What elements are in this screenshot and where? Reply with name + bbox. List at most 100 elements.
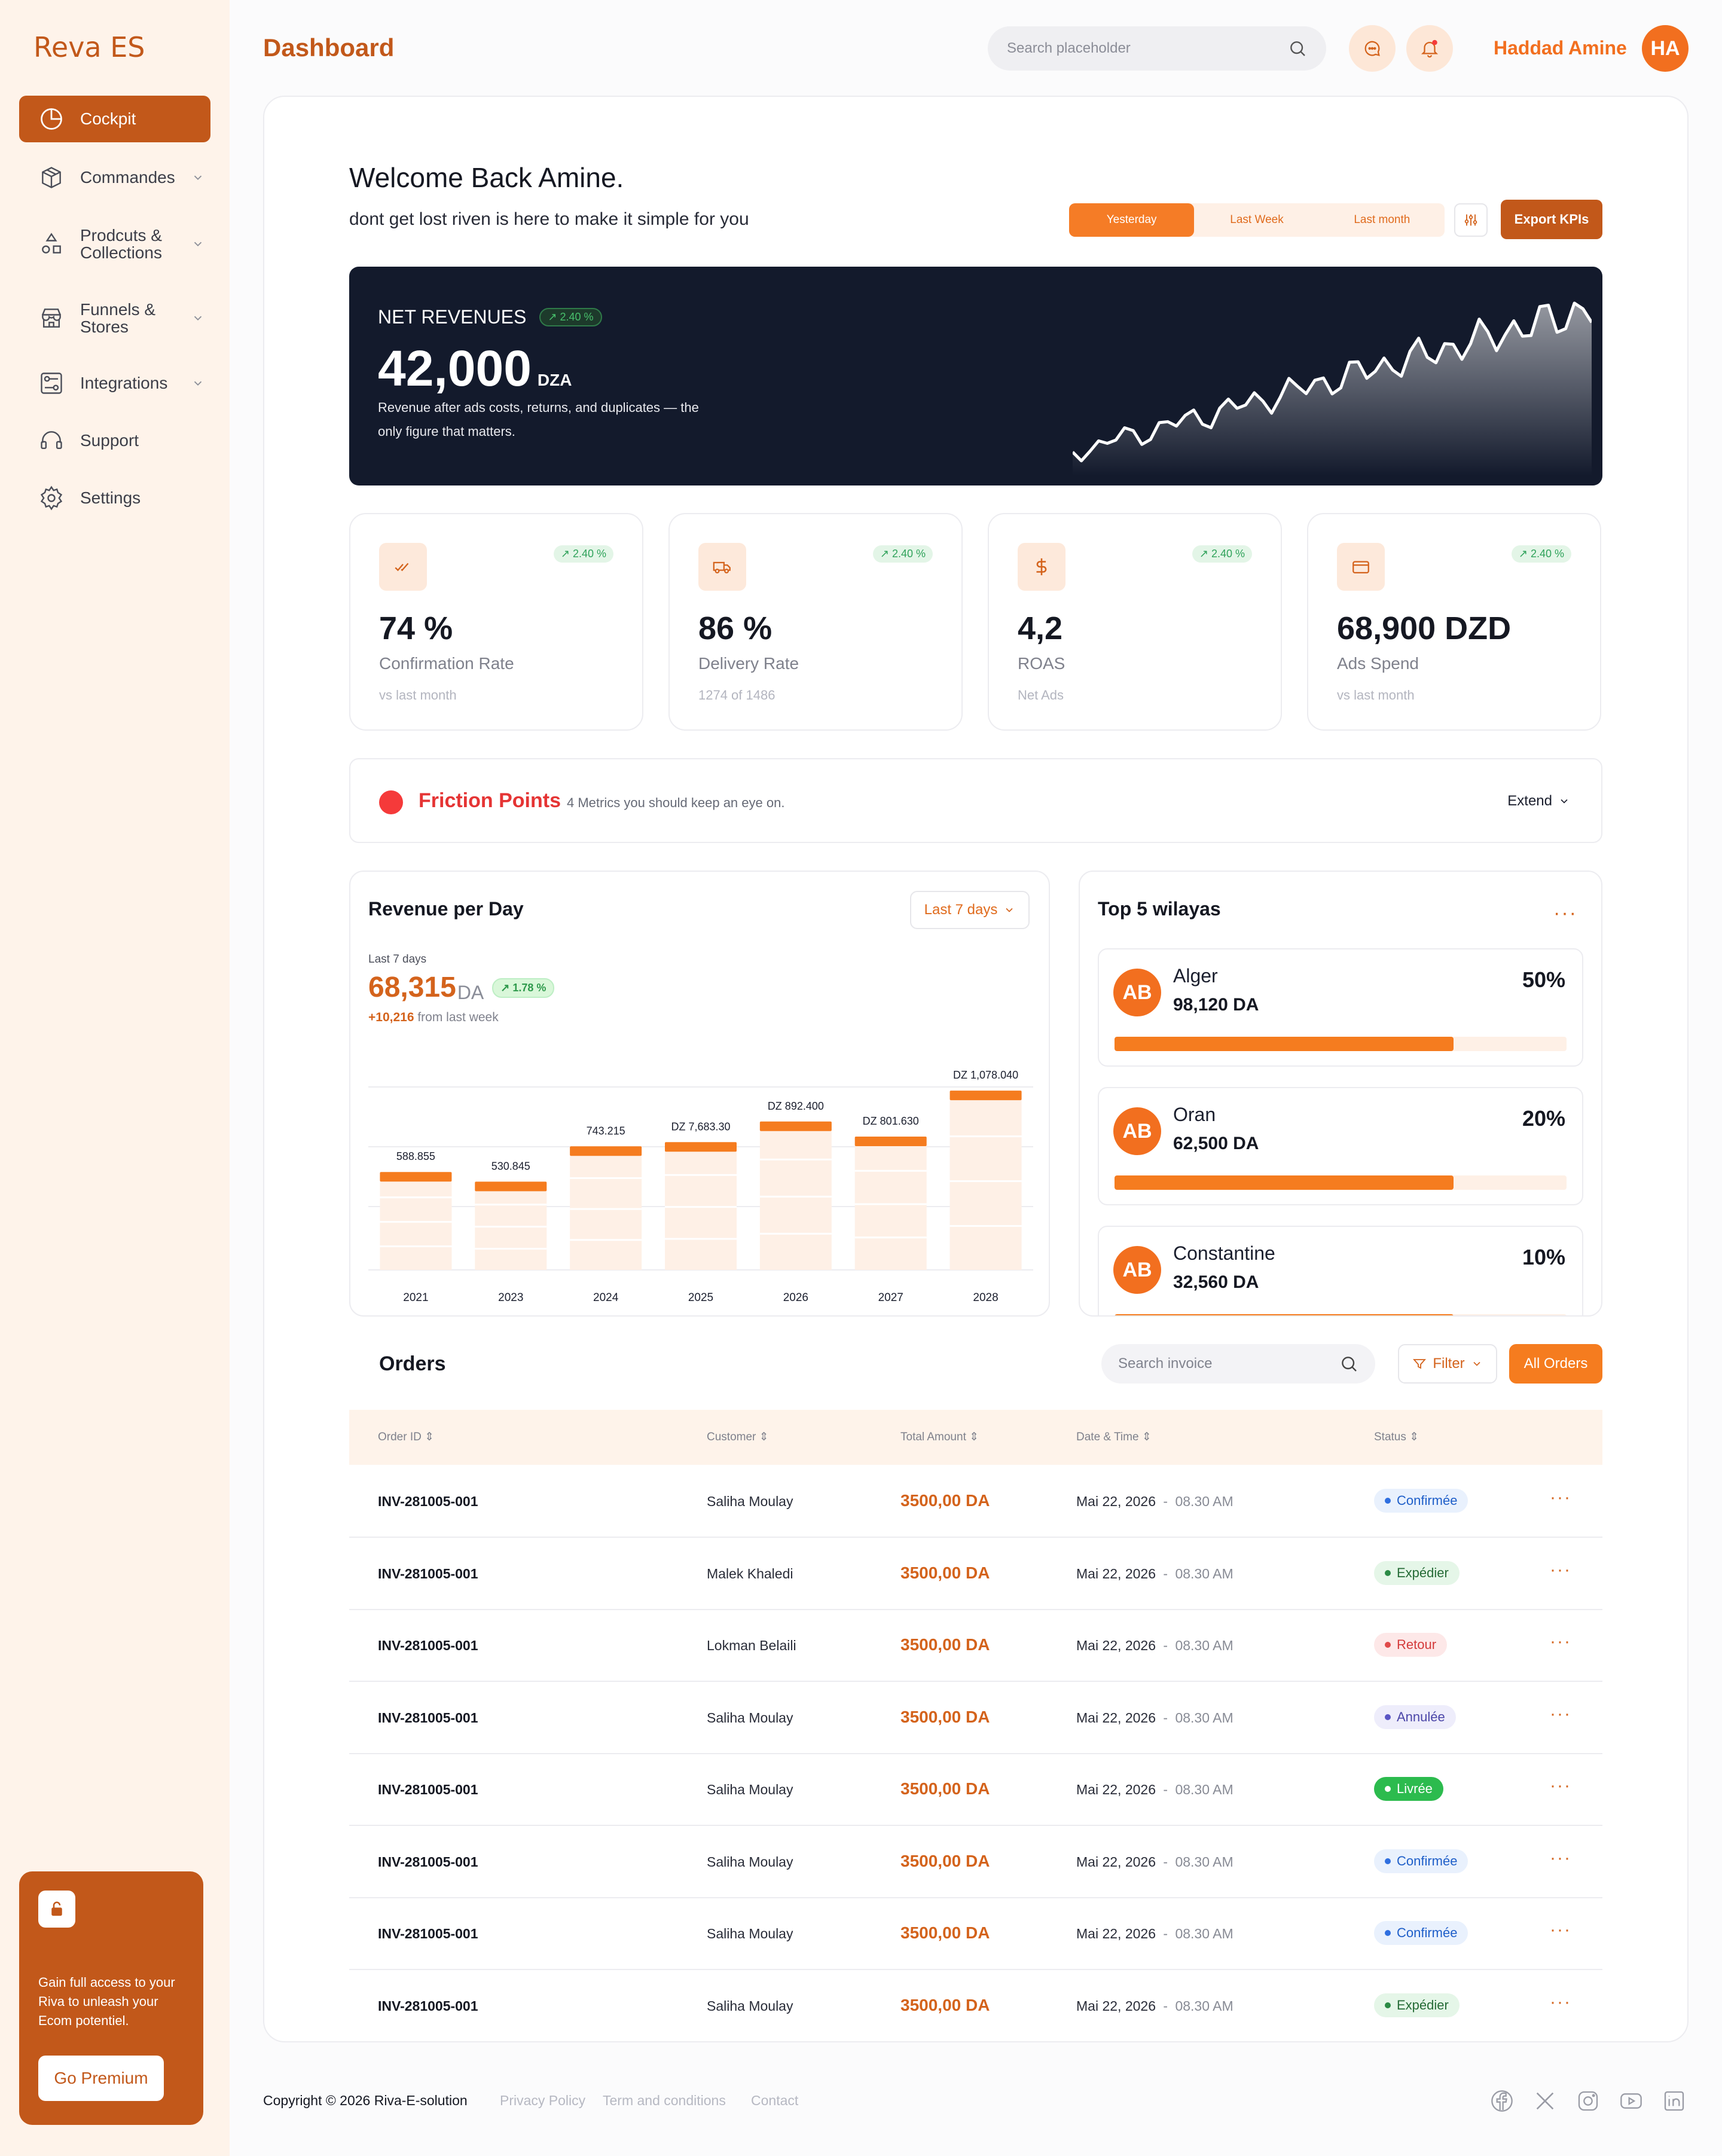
revenue-total-unit: DA: [457, 982, 484, 1003]
adjust-filters-button[interactable]: [1454, 203, 1488, 237]
order-time: 08.30 AM: [1175, 1998, 1234, 2014]
go-premium-button[interactable]: Go Premium: [38, 2056, 164, 2101]
status-label: Expédier: [1397, 1565, 1449, 1580]
table-row[interactable]: INV-281005-001 Saliha Moulay 3500,00 DA Mai…: [349, 1754, 1602, 1826]
status-dot: [1385, 1714, 1391, 1720]
privacy-policy-link[interactable]: Privacy Policy: [500, 2093, 585, 2109]
search-input[interactable]: Search placeholder: [988, 26, 1326, 71]
customer-name: Saliha Moulay: [707, 1709, 793, 1726]
row-actions-icon[interactable]: ···: [1550, 1992, 1571, 2013]
friction-points-panel: Friction Points 4 Metrics you should kee…: [349, 758, 1602, 843]
instagram-icon[interactable]: [1576, 2089, 1600, 2113]
sidebar-item-funnels[interactable]: Funnels & Stores: [19, 299, 210, 337]
wilaya-progress-fill: [1115, 1175, 1454, 1190]
customer-name: Saliha Moulay: [707, 1853, 793, 1870]
data-label: DZ 801.630: [863, 1115, 919, 1127]
column-header-date[interactable]: Date & Time ⇕: [1076, 1430, 1152, 1444]
top-wilayas-panel: Top 5 wilayas ··· AB Alger 98,120 DA 50%…: [1079, 871, 1602, 1317]
all-orders-button[interactable]: All Orders: [1509, 1344, 1602, 1384]
order-time: 08.30 AM: [1175, 1709, 1234, 1726]
sidebar-item-commandes[interactable]: Commandes: [19, 161, 210, 194]
wilaya-card[interactable]: AB Constantine 32,560 DA 10%: [1098, 1226, 1583, 1315]
kpi-card-roas: ↗ 2.40 % 4,2 ROAS Net Ads: [988, 513, 1282, 731]
row-actions-icon[interactable]: ···: [1550, 1704, 1571, 1724]
order-datetime: Mai 22, 2026 - 08.30 AM: [1076, 1782, 1234, 1797]
sidebar-item-cockpit[interactable]: Cockpit: [19, 96, 210, 142]
x-icon[interactable]: [1533, 2089, 1557, 2113]
period-label: Last 7 days: [368, 953, 427, 966]
extend-label: Extend: [1507, 793, 1552, 809]
row-actions-icon[interactable]: ···: [1550, 1848, 1571, 1868]
tab-last-month[interactable]: Last month: [1320, 203, 1445, 237]
row-actions-icon[interactable]: ···: [1550, 1488, 1571, 1508]
row-actions-icon[interactable]: ···: [1550, 1920, 1571, 1940]
wilaya-card[interactable]: AB Oran 62,500 DA 20%: [1098, 1087, 1583, 1205]
period-select[interactable]: Last 7 days: [910, 891, 1030, 929]
youtube-icon[interactable]: [1619, 2089, 1643, 2113]
sidebar-item-label: Cockpit: [80, 109, 136, 129]
friction-title: Friction Points: [419, 789, 561, 812]
panel-title: Revenue per Day: [368, 898, 524, 920]
notifications-button[interactable]: [1406, 25, 1453, 72]
wilaya-card[interactable]: AB Alger 98,120 DA 50%: [1098, 948, 1583, 1067]
order-id: INV-281005-001: [378, 1782, 478, 1797]
status-label: Confirmée: [1397, 1925, 1458, 1940]
order-amount: 3500,00 DA: [900, 1707, 990, 1726]
messages-button[interactable]: [1349, 25, 1396, 72]
table-row[interactable]: INV-281005-001 Saliha Moulay 3500,00 DA Mai…: [349, 1898, 1602, 1970]
facebook-icon[interactable]: [1490, 2089, 1514, 2113]
invoice-search-input[interactable]: Search invoice: [1101, 1344, 1375, 1384]
order-datetime: Mai 22, 2026 - 08.30 AM: [1076, 1926, 1234, 1941]
status-label: Annulée: [1397, 1709, 1445, 1724]
avatar[interactable]: HA: [1642, 25, 1689, 72]
row-actions-icon[interactable]: ···: [1550, 1560, 1571, 1580]
row-actions-icon[interactable]: ···: [1550, 1632, 1571, 1652]
user-name[interactable]: Haddad Amine: [1494, 37, 1627, 59]
order-time: 08.30 AM: [1175, 1565, 1234, 1581]
bar-separator: [665, 1206, 737, 1208]
sidebar-item-support[interactable]: Support: [19, 425, 210, 457]
column-header-customer[interactable]: Customer ⇕: [707, 1430, 769, 1444]
revenue-total: 68,315 DA ↗ 1.78 %: [368, 971, 555, 1004]
order-time: 08.30 AM: [1175, 1926, 1234, 1941]
table-row[interactable]: INV-281005-001 Saliha Moulay 3500,00 DA Mai…: [349, 1971, 1602, 2042]
sidebar-item-products[interactable]: Prodcuts & Collections: [19, 225, 210, 263]
order-id: INV-281005-001: [378, 1494, 478, 1509]
gear-icon: [38, 485, 65, 511]
table-row[interactable]: INV-281005-001 Malek Khaledi 3500,00 DA Mai…: [349, 1538, 1602, 1610]
tab-last-week[interactable]: Last Week: [1194, 203, 1319, 237]
column-header-status[interactable]: Status ⇕: [1374, 1430, 1419, 1444]
kpi-value: 74 %: [379, 610, 453, 646]
table-row[interactable]: INV-281005-001 Saliha Moulay 3500,00 DA Mai…: [349, 1466, 1602, 1538]
order-amount: 3500,00 DA: [900, 1635, 990, 1654]
export-kpis-button[interactable]: Export KPIs: [1501, 200, 1602, 239]
column-header-label: Order ID: [378, 1431, 422, 1443]
double-check-icon: [379, 543, 427, 591]
table-row[interactable]: INV-281005-001 Saliha Moulay 3500,00 DA Mai…: [349, 1827, 1602, 1898]
more-options-icon[interactable]: ···: [1553, 902, 1577, 925]
trend-badge-value: 1.78 %: [512, 982, 546, 994]
sidebar-item-settings[interactable]: Settings: [19, 482, 210, 514]
order-time: 08.30 AM: [1175, 1638, 1234, 1653]
net-revenue-description: Revenue after ads costs, returns, and du…: [378, 400, 699, 439]
bar-separator: [380, 1196, 452, 1199]
sidebar-item-integrations[interactable]: Integrations: [19, 367, 210, 399]
order-datetime: Mai 22, 2026 - 08.30 AM: [1076, 1565, 1234, 1581]
tab-yesterday[interactable]: Yesterday: [1069, 203, 1195, 237]
filter-button[interactable]: Filter: [1398, 1344, 1497, 1384]
extend-button[interactable]: Extend: [1507, 793, 1570, 810]
contact-link[interactable]: Contact: [751, 2093, 798, 2109]
linkedin-icon[interactable]: [1662, 2089, 1686, 2113]
bar-separator: [665, 1174, 737, 1176]
column-header-amount[interactable]: Total Amount ⇕: [900, 1430, 979, 1444]
row-actions-icon[interactable]: ···: [1550, 1776, 1571, 1796]
status-badge: Livrée: [1374, 1777, 1443, 1801]
x-tick-label: 2026: [783, 1291, 808, 1304]
terms-link[interactable]: Term and conditions: [603, 2093, 726, 2109]
trend-badge: ↗ 1.78 %: [492, 978, 555, 998]
wilaya-name: Alger: [1173, 965, 1218, 987]
sidebar-item-label: Funnels & Stores: [80, 300, 156, 336]
column-header-order-id[interactable]: Order ID ⇕: [378, 1430, 434, 1444]
table-row[interactable]: INV-281005-001 Lokman Belaili 3500,00 DA Ma…: [349, 1610, 1602, 1682]
table-row[interactable]: INV-281005-001 Saliha Moulay 3500,00 DA Mai…: [349, 1682, 1602, 1754]
